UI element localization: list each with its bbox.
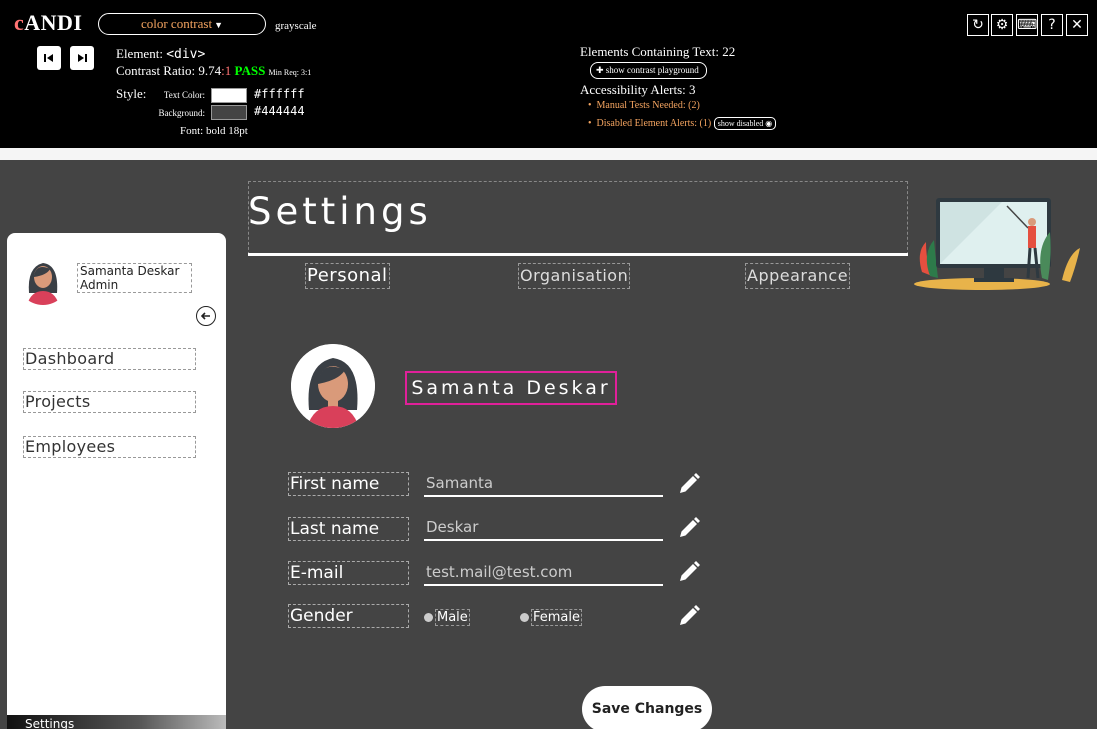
- last-name-label: Last name: [288, 517, 409, 541]
- font-info: Font: bold 18pt: [180, 125, 248, 137]
- edit-first-name-button[interactable]: [677, 472, 701, 496]
- page-title: Settings: [248, 190, 432, 233]
- edit-email-button[interactable]: [677, 560, 701, 584]
- profile-name: Samanta Deskar: [405, 371, 617, 405]
- radio-dot-icon: [424, 613, 433, 622]
- tab-personal[interactable]: Personal: [305, 263, 390, 289]
- user-avatar-icon: [17, 253, 69, 305]
- settings-button[interactable]: ⚙: [991, 14, 1013, 36]
- grayscale-toggle[interactable]: grayscale: [275, 20, 317, 32]
- edit-gender-button[interactable]: [677, 604, 701, 628]
- pass-badge: PASS: [234, 63, 266, 78]
- andi-logo: cANDI: [14, 10, 83, 35]
- sidebar-item-settings[interactable]: Settings: [7, 715, 226, 729]
- gender-male-radio[interactable]: Male: [424, 609, 470, 626]
- last-name-field[interactable]: Deskar: [424, 517, 663, 541]
- user-avatar-icon: [291, 344, 375, 428]
- contrast-playground-button[interactable]: ✚ show contrast playground: [590, 62, 707, 79]
- first-name-field[interactable]: Samanta: [424, 473, 663, 497]
- andi-toolbar: cANDI color contrast ▼ grayscale Element:…: [0, 0, 1097, 148]
- close-button[interactable]: ✕: [1066, 14, 1088, 36]
- edit-last-name-button[interactable]: [677, 516, 701, 540]
- settings-illustration: [912, 192, 1087, 304]
- toolbar-divider: [0, 148, 1097, 160]
- radio-dot-icon: [520, 613, 529, 622]
- collapse-sidebar-button[interactable]: [196, 306, 216, 326]
- previous-element-button[interactable]: [37, 46, 61, 70]
- background-value: #444444: [254, 104, 305, 118]
- sidebar-item-projects[interactable]: Projects: [23, 391, 196, 413]
- skip-next-icon: [78, 54, 87, 62]
- sidebar-user-info: Samanta Deskar Admin: [77, 263, 192, 293]
- tab-organisation[interactable]: Organisation: [518, 263, 631, 289]
- arrow-left-icon: [200, 312, 210, 320]
- refresh-icon: ↻: [972, 17, 984, 33]
- eye-icon: ◉: [765, 119, 773, 128]
- save-changes-button[interactable]: Save Changes: [582, 686, 712, 729]
- pencil-icon: [680, 517, 700, 537]
- style-label: Style:: [116, 86, 147, 101]
- show-disabled-button[interactable]: show disabled ◉: [713, 117, 777, 130]
- gear-icon: ⚙: [995, 17, 1009, 33]
- tab-appearance[interactable]: Appearance: [745, 263, 851, 289]
- help-button[interactable]: ?: [1041, 14, 1063, 36]
- sidebar-avatar: [17, 253, 69, 305]
- skip-previous-icon: [44, 54, 53, 62]
- gender-female-radio[interactable]: Female: [520, 609, 583, 626]
- background-label: Background:: [158, 108, 206, 118]
- sidebar-item-dashboard[interactable]: Dashboard: [23, 348, 196, 370]
- next-element-button[interactable]: [70, 46, 94, 70]
- elements-count: Elements Containing Text: 22: [580, 44, 736, 59]
- close-icon: ✕: [1071, 17, 1083, 33]
- email-label: E-mail: [288, 561, 409, 585]
- gender-label: Gender: [288, 604, 409, 628]
- email-field[interactable]: test.mail@test.com: [424, 562, 663, 586]
- alert-manual-tests[interactable]: Manual Tests Needed: (2): [588, 100, 700, 111]
- pencil-icon: [680, 561, 700, 581]
- sidebar-user-name: Samanta Deskar: [80, 264, 180, 278]
- pencil-icon: [680, 605, 700, 625]
- mode-select[interactable]: color contrast ▼: [98, 13, 266, 35]
- first-name-label: First name: [288, 472, 409, 496]
- refresh-button[interactable]: ↻: [967, 14, 989, 36]
- keyboard-button[interactable]: ⌨: [1016, 14, 1038, 36]
- help-icon: ?: [1048, 17, 1056, 33]
- sidebar-user-role: Admin: [80, 278, 119, 292]
- alert-disabled-elements[interactable]: Disabled Element Alerts: (1) show disabl…: [588, 117, 777, 130]
- element-info: Element: <div> Contrast Ratio: 9.74:1 PA…: [116, 46, 312, 78]
- monitor-illustration-icon: [914, 198, 1080, 290]
- pencil-icon: [680, 473, 700, 493]
- plus-icon: ✚: [596, 65, 604, 75]
- background-swatch: [211, 105, 247, 120]
- title-divider: [248, 253, 908, 256]
- text-color-swatch: [211, 88, 247, 103]
- sidebar: Samanta Deskar Admin Dashboard Projects …: [7, 233, 226, 729]
- text-color-label: Text Color:: [163, 90, 205, 100]
- caret-down-icon: ▼: [214, 20, 224, 30]
- keyboard-icon: ⌨: [1017, 17, 1038, 33]
- profile-avatar: [291, 344, 375, 428]
- text-color-value: #ffffff: [254, 87, 305, 101]
- alerts-title: Accessibility Alerts: 3: [580, 82, 696, 97]
- sidebar-item-employees[interactable]: Employees: [23, 436, 196, 458]
